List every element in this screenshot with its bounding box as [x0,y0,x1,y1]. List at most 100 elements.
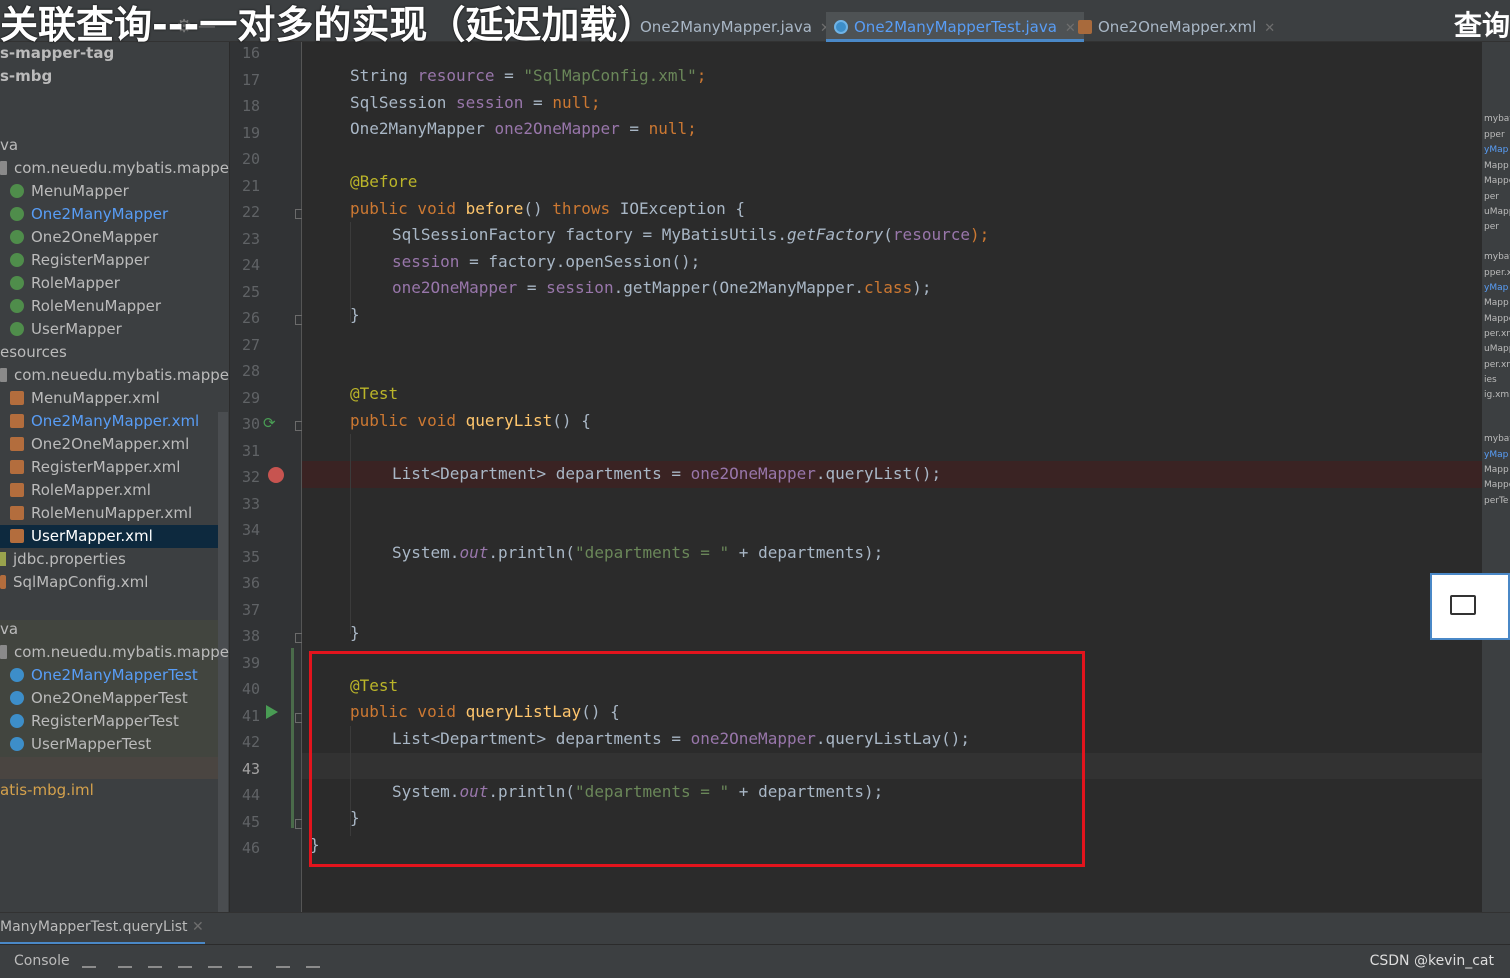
tab-one2onemapper-xml[interactable]: One2OneMapper.xml ✕ [1078,12,1275,42]
tree-item-label: RoleMenuMapper.xml [31,504,193,522]
tree-item-label: RoleMapper [31,274,120,292]
tree-item-folder[interactable]: va [0,618,218,641]
line-number: 37 [241,600,260,619]
code-line-19: One2ManyMapper one2OneMapper = null; [350,119,697,138]
sidebar-scrollbar[interactable] [218,412,228,912]
xml-file-icon [10,483,24,497]
code-line-38: } [350,623,360,642]
line-number: 29 [241,388,260,407]
side-strip-label: per.xn [1484,360,1510,370]
properties-file-icon [0,552,6,566]
line-number: 23 [241,229,260,248]
step-over-icon[interactable] [118,954,132,968]
tree-item-package[interactable]: com.neuedu.mybatis.mapper [0,364,229,387]
tree-item-interface[interactable]: One2ManyMapper [0,203,218,226]
tree-item-test-class[interactable]: One2OneMapperTest [0,687,218,710]
tree-item-xml[interactable]: RoleMenuMapper.xml [0,502,218,525]
run-to-cursor-icon[interactable] [238,954,252,968]
floating-screenshot-button[interactable] [1430,573,1510,640]
line-number: 26 [241,309,260,327]
tree-item-test-class[interactable]: RegisterMapperTest [0,710,218,733]
line-number: 46 [241,839,260,857]
code-line-23: SqlSessionFactory factory = MyBatisUtils… [392,225,990,244]
tree-item-interface[interactable]: RoleMenuMapper [0,295,218,318]
tree-item-label: RoleMapper.xml [31,481,151,499]
console-toolbar: Console CSDN @kevin_cat [0,944,1510,978]
menu-icon[interactable] [82,954,96,968]
tab-label: One2ManyMapperTest.java [854,18,1057,36]
side-strip-label: pper.x [1484,268,1510,278]
test-class-icon [10,691,24,705]
tree-item-interface[interactable]: UserMapper [0,318,218,341]
code-line-18: SqlSession session = null; [350,93,601,112]
step-out-icon[interactable] [208,954,222,968]
close-icon[interactable]: ✕ [1065,21,1076,36]
tree-item-interface[interactable]: RegisterMapper [0,249,218,272]
run-panel-tabbar: ManyMapperTest.queryList ✕ [0,912,1510,945]
code-line-35: System.out.println("departments = " + de… [392,543,884,562]
line-number: 40 [241,680,260,698]
close-icon[interactable]: ✕ [1264,21,1275,36]
tree-item-label: atis-mbg.iml [0,781,94,799]
tree-item-interface[interactable]: RoleMapper [0,272,218,295]
console-tab[interactable]: Console [14,953,70,969]
xml-file-icon [10,414,24,428]
vcs-change-marker[interactable] [291,648,294,828]
interface-icon [10,299,24,313]
close-icon[interactable]: ✕ [192,919,204,935]
tab-one2manymapper-java[interactable]: One2ManyMapper.java✕ [640,12,831,42]
tree-item-label: One2OneMapper [31,228,159,246]
xml-file-icon [1078,20,1092,34]
run-test-icon[interactable] [266,705,278,719]
side-strip-label: pper [1484,130,1505,140]
tree-item-folder[interactable]: esources [0,341,218,364]
line-number: 28 [241,362,260,380]
tab-one2manymappertest-java[interactable]: One2ManyMapperTest.java ✕ [826,12,1084,42]
code-line-24: session = factory.openSession(); [392,252,701,271]
code-line-25: one2OneMapper = session.getMapper(One2Ma… [392,278,932,297]
code-line-22: public void before() throws IOException … [350,199,745,218]
trace-icon[interactable] [306,954,320,968]
tree-item-label: One2ManyMapper.xml [31,412,200,430]
structure-side-strip[interactable]: mybat pper yMap Mapp Mappe per uMapp per mybat pp… [1482,42,1510,912]
test-class-icon [10,668,24,682]
tree-item-interface[interactable]: MenuMapper [0,180,218,203]
rerun-test-icon[interactable]: ⟳ [263,414,276,432]
tree-item-label: One2ManyMapperTest [31,666,198,684]
xml-file-icon [10,529,24,543]
side-strip-label: per [1484,222,1499,232]
step-into-icon[interactable] [148,954,162,968]
tree-item-xml[interactable]: One2ManyMapper.xml [0,410,218,433]
tree-item-package[interactable]: com.neuedu.mybatis.mapper [0,641,229,664]
tree-item-xml[interactable]: RoleMapper.xml [0,479,218,502]
tree-item-xml-selected[interactable]: UserMapper.xml [0,525,218,548]
tree-item-label: RegisterMapper.xml [31,458,181,476]
tree-item-xml[interactable]: One2OneMapper.xml [0,433,218,456]
xml-file-icon [0,575,6,589]
tree-item-test-class[interactable]: UserMapperTest [0,733,218,756]
highlight-annotation-box [309,651,1085,867]
line-number: 33 [241,494,260,513]
tree-item-module[interactable]: s-mbg [0,65,218,88]
breakpoint-icon[interactable] [268,467,284,483]
tree-item-interface[interactable]: One2OneMapper [0,226,218,249]
line-number: 43 [241,759,260,778]
tree-item-xml[interactable]: SqlMapConfig.xml [0,571,218,594]
tree-item-test-class[interactable]: One2ManyMapperTest [0,664,218,687]
package-icon [0,645,7,659]
code-line-30: public void queryList() { [350,411,591,430]
tree-item-package[interactable]: com.neuedu.mybatis.mapper [0,157,229,180]
tree-item-iml[interactable]: atis-mbg.iml [0,779,218,802]
run-config-tab[interactable]: ManyMapperTest.queryList ✕ [0,919,204,935]
tree-item-xml[interactable]: MenuMapper.xml [0,387,218,410]
side-strip-label: per.xn [1484,329,1510,339]
code-line-32: List<Department> departments = one2OneMa… [392,464,942,483]
side-strip-label: Mappe [1484,480,1510,490]
tree-item-xml[interactable]: RegisterMapper.xml [0,456,218,479]
tree-item-folder[interactable]: va [0,134,218,157]
evaluate-icon[interactable] [276,954,290,968]
tree-item-properties[interactable]: jdbc.properties [0,548,218,571]
line-number: 35 [241,547,260,566]
tab-label: One2ManyMapper.java [640,18,812,36]
force-step-into-icon[interactable] [178,954,192,968]
